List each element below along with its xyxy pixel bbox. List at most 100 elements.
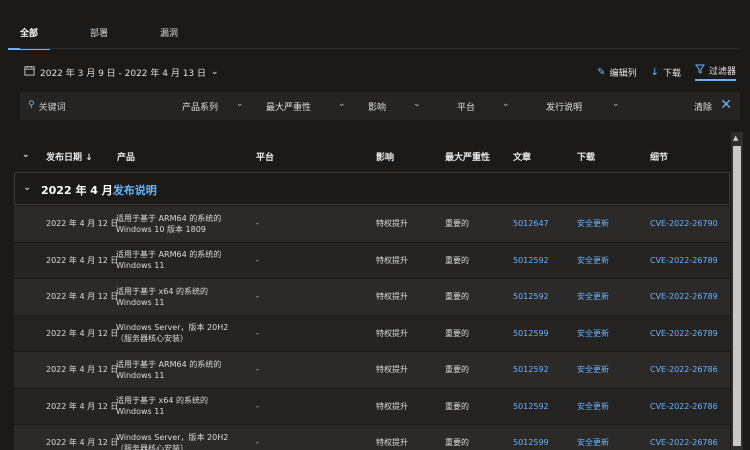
chevron-down-icon[interactable]: ⌄: [23, 182, 31, 193]
group-title: 2022 年 4 月: [41, 184, 113, 197]
expand-all-chevron-icon[interactable]: ⌄: [22, 150, 30, 160]
cve-link[interactable]: CVE-2022-26786: [650, 425, 718, 450]
cve-link[interactable]: CVE-2022-26790: [650, 206, 718, 242]
download-icon: ↓: [650, 67, 659, 78]
cell-impact: 特权提升: [376, 219, 408, 229]
cell-max-severity: 重要的: [445, 219, 469, 229]
tab-all[interactable]: 全部: [7, 22, 51, 50]
download-link[interactable]: 安全更新: [577, 206, 609, 242]
article-link[interactable]: 5012647: [513, 206, 549, 242]
tab-vulnerabilities[interactable]: 漏洞: [160, 22, 178, 48]
header-article[interactable]: 文章: [513, 150, 531, 163]
cell-platform: -: [256, 401, 259, 411]
release-notes-link[interactable]: 发布说明: [113, 184, 157, 197]
toolbar: ✎ 编辑列 ↓ 下载 过滤器: [597, 64, 736, 81]
header-platform[interactable]: 平台: [256, 150, 274, 163]
close-icon[interactable]: ✕: [720, 97, 732, 113]
cell-release-date: 2022 年 4 月 12 日: [46, 401, 119, 411]
search-placeholder: 关键词: [38, 103, 66, 113]
filter-icon: [694, 64, 705, 77]
cell-platform: -: [256, 292, 259, 302]
tab-divider: [20, 48, 740, 49]
download-link[interactable]: 安全更新: [577, 425, 609, 450]
cell-release-date: 2022 年 4 月 12 日: [46, 438, 119, 448]
date-range-label: 2022 年 3 月 9 日 - 2022 年 4 月 13 日: [40, 68, 207, 79]
download-link[interactable]: 安全更新: [577, 316, 609, 352]
cve-link[interactable]: CVE-2022-26789: [650, 279, 718, 315]
download-link[interactable]: 安全更新: [577, 389, 609, 425]
cell-max-severity: 重要的: [445, 365, 469, 375]
table-row: 2022 年 4 月 12 日 Windows Server，版本 20H2（服务…: [14, 315, 730, 352]
cell-impact: 特权提升: [376, 328, 408, 338]
impact-dropdown[interactable]: 影响: [368, 100, 386, 113]
cell-platform: -: [256, 219, 259, 229]
column-header-row: ⌄ 发布日期 ↓ 产品 平台 影响 最大严重性 文章 下载 细节: [20, 140, 730, 172]
download-link[interactable]: 安全更新: [577, 243, 609, 279]
download-button[interactable]: ↓ 下载: [651, 66, 681, 79]
header-max-severity[interactable]: 最大严重性: [445, 150, 490, 163]
scrollbar[interactable]: ▲: [731, 132, 743, 450]
article-link[interactable]: 5012592: [513, 243, 549, 279]
cell-platform: -: [256, 438, 259, 448]
release-date-label: 发布日期: [46, 153, 83, 163]
tab-deployments[interactable]: 部署: [90, 22, 108, 48]
cell-max-severity: 重要的: [445, 438, 469, 448]
cell-release-date: 2022 年 4 月 12 日: [46, 219, 119, 229]
filter-bar: ⚲ 关键词 产品系列 ⌄ 最大严重性 ⌄ 影响 ⌄ 平台 ⌄ 发行说明 ⌄ 清除…: [20, 92, 740, 120]
filter-button[interactable]: 过滤器: [694, 64, 736, 81]
tab-bar: 全部 部署 漏洞: [7, 22, 230, 50]
table-row: 2022 年 4 月 12 日适用于基于 ARM64 的系统的 Windows …: [14, 352, 730, 389]
edit-columns-button[interactable]: ✎ 编辑列: [597, 66, 636, 79]
article-link[interactable]: 5012592: [513, 352, 549, 388]
cell-max-severity: 重要的: [445, 328, 469, 338]
scroll-up-icon[interactable]: ▲: [733, 134, 738, 142]
header-product[interactable]: 产品: [117, 150, 135, 163]
cell-impact: 特权提升: [376, 255, 408, 265]
article-link[interactable]: 5012592: [513, 279, 549, 315]
cell-release-date: 2022 年 4 月 12 日: [46, 328, 119, 338]
cell-release-date: 2022 年 4 月 12 日: [46, 292, 119, 302]
date-range-picker[interactable]: 2022 年 3 月 9 日 - 2022 年 4 月 13 日 ⌄: [24, 65, 219, 79]
keyword-search-input[interactable]: ⚲ 关键词: [28, 100, 66, 113]
header-details[interactable]: 细节: [650, 150, 668, 163]
search-icon: ⚲: [28, 100, 35, 110]
article-link[interactable]: 5012592: [513, 389, 549, 425]
cell-product: 适用于基于 ARM64 的系统的 Windows 11: [116, 359, 222, 380]
cve-link[interactable]: CVE-2022-26789: [650, 316, 718, 352]
table-row: 2022 年 4 月 12 日适用于基于 ARM64 的系统的 Windows …: [14, 206, 730, 243]
cve-link[interactable]: CVE-2022-26789: [650, 243, 718, 279]
max-severity-dropdown[interactable]: 最大严重性: [266, 100, 311, 113]
article-link[interactable]: 5012599: [513, 316, 549, 352]
cve-link[interactable]: CVE-2022-26786: [650, 352, 718, 388]
header-impact[interactable]: 影响: [376, 150, 394, 163]
calendar-icon: [24, 65, 35, 79]
download-link[interactable]: 安全更新: [577, 279, 609, 315]
filter-label: 过滤器: [708, 67, 736, 77]
table-row: 2022 年 4 月 12 日适用于基于 x64 的系统的 Windows 11…: [14, 279, 730, 316]
cell-product: Windows Server，版本 20H2（服务器核心安装）: [116, 432, 229, 450]
release-notes-dropdown[interactable]: 发行说明: [546, 100, 582, 113]
article-link[interactable]: 5012599: [513, 425, 549, 450]
table-row: 2022 年 4 月 12 日 Windows Server，版本 20H2（服务…: [14, 425, 730, 450]
cell-platform: -: [256, 328, 259, 338]
chevron-down-icon: ⌄: [413, 99, 421, 109]
edit-columns-label: 编辑列: [609, 69, 637, 79]
cve-link[interactable]: CVE-2022-26786: [650, 389, 718, 425]
download-link[interactable]: 安全更新: [577, 352, 609, 388]
clear-button[interactable]: 清除: [694, 100, 712, 113]
platform-dropdown[interactable]: 平台: [457, 100, 475, 113]
results-header: ⌄ 发布日期 ↓ 产品 平台 影响 最大严重性 文章 下载 细节: [20, 140, 730, 172]
month-group-header[interactable]: ⌄ 2022 年 4 月发布说明: [14, 172, 730, 205]
scrollbar-thumb[interactable]: [733, 146, 741, 446]
pencil-icon: ✎: [597, 67, 606, 78]
chevron-down-icon: ⌄: [338, 99, 346, 109]
header-download[interactable]: 下载: [577, 150, 595, 163]
chevron-down-icon: ⌄: [612, 99, 620, 109]
cell-release-date: 2022 年 4 月 12 日: [46, 255, 119, 265]
date-toolbar-row: 2022 年 3 月 9 日 - 2022 年 4 月 13 日 ⌄ ✎ 编辑列…: [20, 62, 740, 82]
header-release-date[interactable]: 发布日期 ↓: [46, 150, 93, 163]
cell-platform: -: [256, 365, 259, 375]
results-table: 2022 年 4 月 12 日适用于基于 ARM64 的系统的 Windows …: [14, 206, 730, 450]
chevron-down-icon: ⌄: [211, 67, 219, 77]
product-family-dropdown[interactable]: 产品系列: [182, 100, 218, 113]
